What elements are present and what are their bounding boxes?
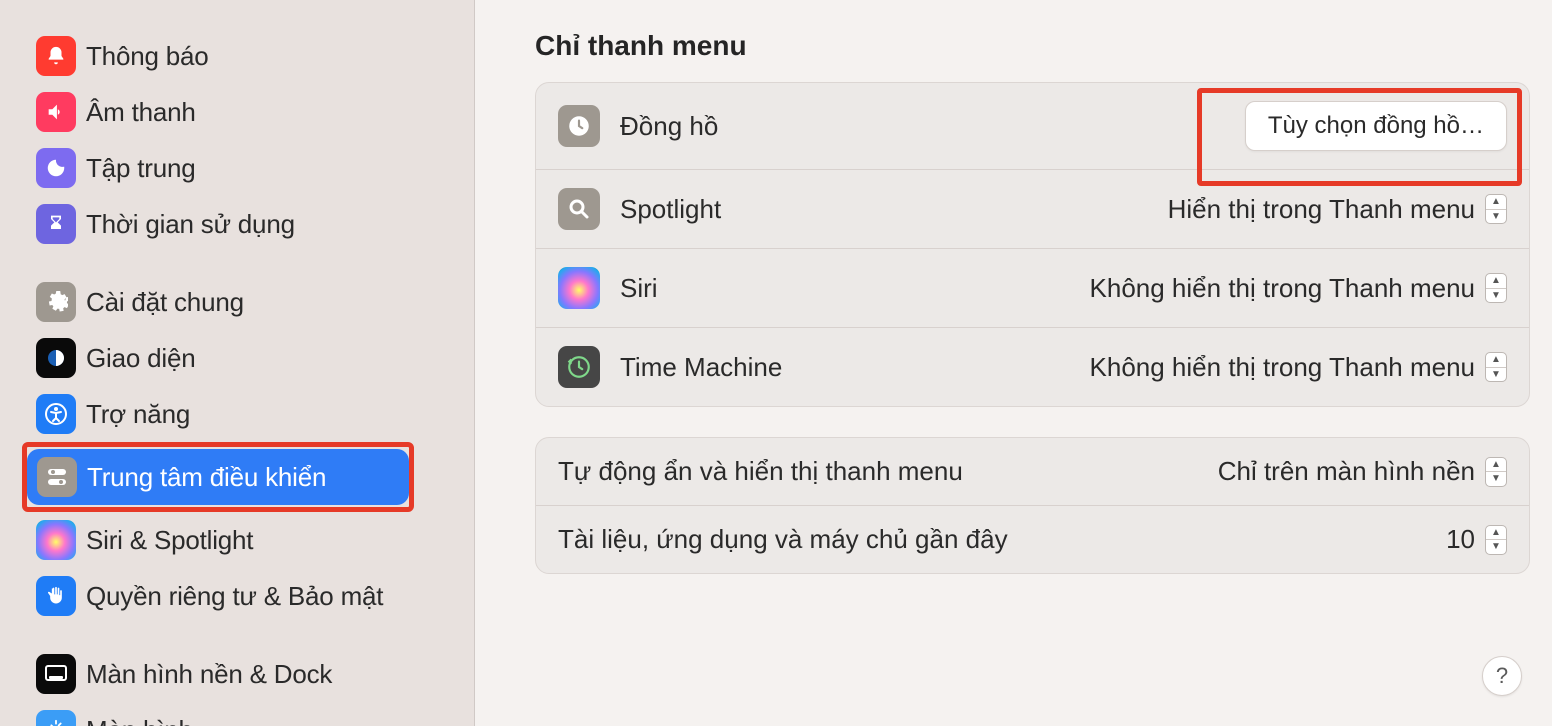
bell-icon	[36, 36, 76, 76]
accessibility-icon	[36, 394, 76, 434]
autohide-select[interactable]: Chỉ trên màn hình nền ▲▼	[1218, 456, 1507, 487]
sidebar-item-label: Màn hình nền & Dock	[86, 659, 332, 690]
sidebar-item-siri-spotlight[interactable]: Siri & Spotlight	[0, 512, 474, 568]
timemachine-icon	[558, 346, 600, 388]
timemachine-select[interactable]: Không hiển thị trong Thanh menu ▲▼	[1090, 352, 1507, 383]
row-timemachine: Time Machine Không hiển thị trong Thanh …	[536, 328, 1529, 406]
section-title: Chỉ thanh menu	[535, 30, 1530, 62]
siri-select[interactable]: Không hiển thị trong Thanh menu ▲▼	[1090, 273, 1507, 304]
highlight-sidebar: Trung tâm điều khiển	[22, 442, 414, 512]
sidebar-item-label: Giao diện	[86, 343, 196, 374]
auto-hide-panel: Tự động ẩn và hiển thị thanh menu Chỉ tr…	[535, 437, 1530, 574]
row-label: Siri	[620, 273, 658, 304]
chevron-updown-icon: ▲▼	[1485, 352, 1507, 382]
gear-icon	[36, 282, 76, 322]
siri-icon	[36, 520, 76, 560]
sidebar-item-label: Trợ năng	[86, 399, 190, 430]
hourglass-icon	[36, 204, 76, 244]
main-content: Chỉ thanh menu Đồng hồ Tùy chọn đồng hồ……	[475, 0, 1552, 726]
clock-icon	[558, 105, 600, 147]
siri-icon	[558, 267, 600, 309]
sidebar-item-displays[interactable]: Màn hình	[0, 702, 474, 726]
sidebar: Thông báo Âm thanh Tập trung Thời gian s…	[0, 0, 475, 726]
sidebar-item-label: Cài đặt chung	[86, 287, 244, 318]
sidebar-item-label: Âm thanh	[86, 97, 196, 128]
control-center-icon	[37, 457, 77, 497]
sidebar-item-general[interactable]: Cài đặt chung	[0, 274, 474, 330]
sidebar-item-accessibility[interactable]: Trợ năng	[0, 386, 474, 442]
sidebar-item-desktop-dock[interactable]: Màn hình nền & Dock	[0, 646, 474, 702]
sidebar-item-control-center[interactable]: Trung tâm điều khiển	[27, 449, 409, 505]
row-label: Tự động ẩn và hiển thị thanh menu	[558, 456, 963, 487]
row-spotlight: Spotlight Hiển thị trong Thanh menu ▲▼	[536, 170, 1529, 249]
dock-icon	[36, 654, 76, 694]
sidebar-item-sound[interactable]: Âm thanh	[0, 84, 474, 140]
menu-bar-only-panel: Đồng hồ Tùy chọn đồng hồ… Spotlight Hiển…	[535, 82, 1530, 407]
row-clock: Đồng hồ Tùy chọn đồng hồ…	[536, 83, 1529, 170]
sidebar-item-label: Trung tâm điều khiển	[87, 462, 326, 493]
row-siri: Siri Không hiển thị trong Thanh menu ▲▼	[536, 249, 1529, 328]
display-icon	[36, 710, 76, 726]
sidebar-item-appearance[interactable]: Giao diện	[0, 330, 474, 386]
row-label: Time Machine	[620, 352, 782, 383]
search-icon	[558, 188, 600, 230]
sidebar-item-notifications[interactable]: Thông báo	[0, 28, 474, 84]
row-label: Tài liệu, ứng dụng và máy chủ gần đây	[558, 524, 1008, 555]
row-label: Đồng hồ	[620, 111, 718, 142]
sidebar-item-screentime[interactable]: Thời gian sử dụng	[0, 196, 474, 252]
chevron-updown-icon: ▲▼	[1485, 273, 1507, 303]
sound-icon	[36, 92, 76, 132]
sidebar-item-label: Thông báo	[86, 41, 209, 72]
clock-options-button[interactable]: Tùy chọn đồng hồ…	[1245, 101, 1507, 151]
sidebar-item-focus[interactable]: Tập trung	[0, 140, 474, 196]
sidebar-item-privacy[interactable]: Quyền riêng tư & Bảo mật	[0, 568, 474, 624]
chevron-updown-icon: ▲▼	[1485, 525, 1507, 555]
hand-icon	[36, 576, 76, 616]
sidebar-item-label: Màn hình	[86, 715, 193, 726]
sidebar-item-label: Siri & Spotlight	[86, 525, 253, 556]
moon-icon	[36, 148, 76, 188]
sidebar-item-label: Thời gian sử dụng	[86, 209, 295, 240]
sidebar-item-label: Tập trung	[86, 153, 196, 184]
sidebar-item-label: Quyền riêng tư & Bảo mật	[86, 581, 383, 612]
row-recent-items: Tài liệu, ứng dụng và máy chủ gần đây 10…	[536, 506, 1529, 573]
spotlight-select[interactable]: Hiển thị trong Thanh menu ▲▼	[1168, 194, 1507, 225]
chevron-updown-icon: ▲▼	[1485, 457, 1507, 487]
chevron-updown-icon: ▲▼	[1485, 194, 1507, 224]
row-label: Spotlight	[620, 194, 721, 225]
appearance-icon	[36, 338, 76, 378]
help-button[interactable]: ?	[1482, 656, 1522, 696]
recent-items-select[interactable]: 10 ▲▼	[1446, 524, 1507, 555]
row-autohide: Tự động ẩn và hiển thị thanh menu Chỉ tr…	[536, 438, 1529, 506]
